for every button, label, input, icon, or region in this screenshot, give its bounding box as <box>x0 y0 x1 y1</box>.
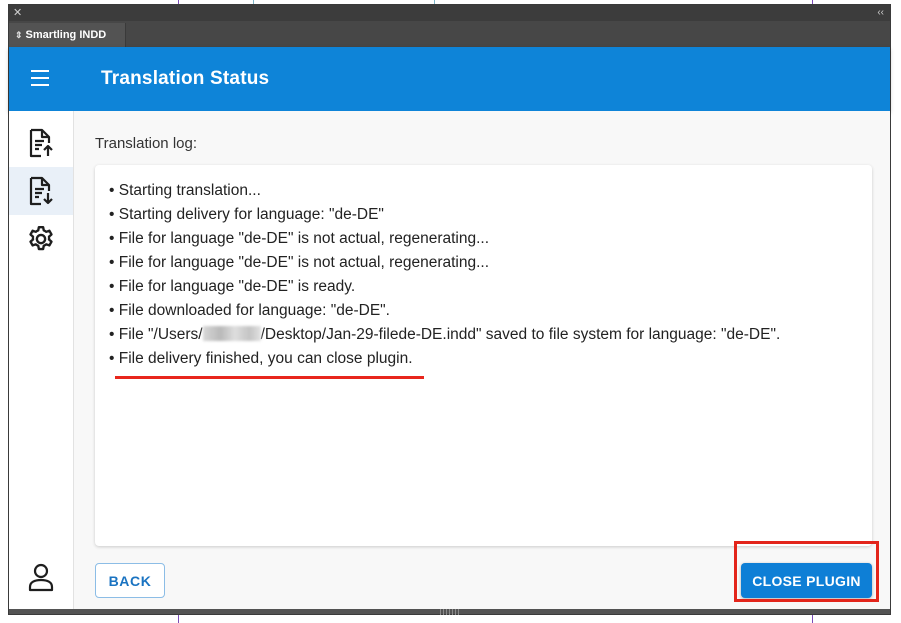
annotation-underline <box>115 376 424 379</box>
back-button[interactable]: BACK <box>95 563 165 598</box>
log-line: • File for language "de-DE" is ready. <box>109 278 356 295</box>
main-content: Translation log: • Starting translation.… <box>74 111 890 609</box>
file-upload-icon <box>29 128 53 158</box>
tab-label: Smartling INDD <box>25 29 107 41</box>
log-line: • File for language "de-DE" is not actua… <box>109 254 490 271</box>
plugin-panel: Translation Status Translation log: • St… <box>9 47 890 609</box>
app-bar: Translation Status <box>9 47 890 111</box>
saved-line-prefix: • File "/Users/ <box>109 326 203 343</box>
panel-tab-row: ⇕ Smartling INDD <box>9 21 890 47</box>
page-title: Translation Status <box>101 68 270 89</box>
collapse-icon[interactable]: ‹‹ <box>877 6 884 20</box>
log-line: • File for language "de-DE" is not actua… <box>109 230 490 247</box>
tab-smartling-indd[interactable]: ⇕ Smartling INDD <box>9 23 126 47</box>
updown-icon: ⇕ <box>15 29 23 40</box>
log-line-saved: • File "/Users/ /Desktop/Jan-29-filede-DE… <box>109 323 872 347</box>
panel-titlebar: ✕ ‹‹ <box>9 5 890 21</box>
log-line-final: • File delivery finished, you can close … <box>109 350 413 367</box>
side-navigation <box>9 111 74 609</box>
close-plugin-button[interactable]: CLOSE PLUGIN <box>741 563 872 598</box>
nav-item-settings[interactable] <box>9 215 73 263</box>
user-icon <box>28 563 54 592</box>
nav-item-upload[interactable] <box>9 119 73 167</box>
nav-item-account[interactable] <box>9 553 73 601</box>
plugin-panel-window: ✕ ‹‹ ⇕ Smartling INDD Translation Status <box>8 4 891 615</box>
file-download-icon <box>29 176 53 206</box>
log-line: • Starting translation... <box>109 182 261 199</box>
gear-icon <box>29 225 53 251</box>
log-line: • Starting delivery for language: "de-DE… <box>109 206 384 223</box>
menu-icon[interactable] <box>31 70 51 86</box>
log-line: • File downloaded for language: "de-DE". <box>109 302 390 319</box>
translation-log-box: • Starting translation... • Starting del… <box>95 165 872 546</box>
nav-item-download[interactable] <box>9 167 73 215</box>
resize-handle[interactable] <box>440 609 460 615</box>
saved-line-suffix: /Desktop/Jan-29-filede-DE.indd" saved to… <box>260 326 781 343</box>
translation-log-label: Translation log: <box>95 135 197 152</box>
redacted-username <box>202 326 261 341</box>
close-icon[interactable]: ✕ <box>13 6 22 20</box>
